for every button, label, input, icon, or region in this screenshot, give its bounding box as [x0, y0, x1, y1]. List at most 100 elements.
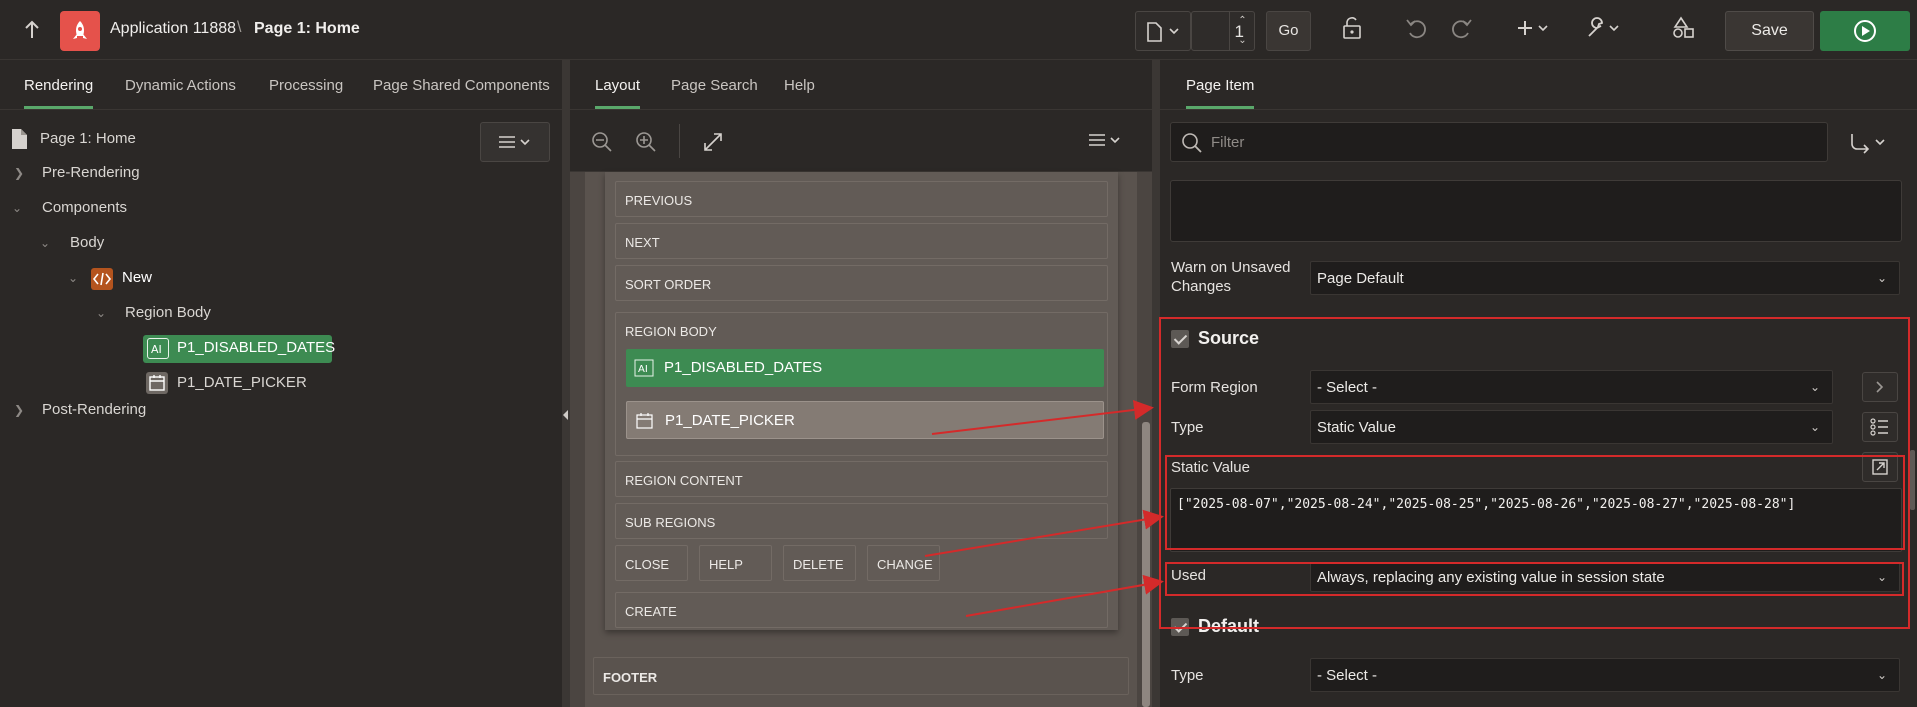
used-value: Always, replacing any existing value in … [1317, 569, 1665, 586]
tab-page-item[interactable]: Page Item [1186, 77, 1255, 109]
chevron-up-icon[interactable]: ⌃ [1230, 11, 1255, 31]
form-region-select[interactable]: - Select - ⌄ [1310, 370, 1833, 404]
section-collapse-checkbox[interactable] [1171, 618, 1189, 636]
chevron-down-icon: ⌄ [1876, 668, 1887, 682]
tab-rendering[interactable]: Rendering [24, 77, 94, 109]
tree-node-pre-rendering[interactable]: Pre-Rendering [42, 164, 140, 181]
slot-sort-order[interactable]: SORT ORDER [615, 265, 1108, 301]
collapse-left-icon[interactable] [563, 410, 568, 420]
create-menu-icon[interactable] [1514, 14, 1556, 48]
tab-dynamic-actions[interactable]: Dynamic Actions [125, 77, 236, 94]
open-editor-button[interactable] [1862, 452, 1898, 482]
warn-unsaved-label: Warn on Unsaved Changes [1171, 259, 1291, 295]
tree-node-p1-date-picker[interactable]: P1_DATE_PICKER [177, 374, 307, 391]
expand-icon[interactable] [701, 130, 725, 154]
chevron-down-icon[interactable]: ⌄ [40, 236, 50, 250]
slot-help[interactable]: HELP [699, 545, 772, 581]
tab-help[interactable]: Help [784, 77, 815, 94]
slot-delete[interactable]: DELETE [783, 545, 856, 581]
chevron-down-icon[interactable]: ⌄ [1230, 31, 1255, 51]
chevron-down-icon[interactable]: ⌄ [68, 271, 78, 285]
static-value-label: Static Value [1171, 459, 1250, 476]
warn-unsaved-value: Page Default [1317, 270, 1404, 287]
app-name-link[interactable]: Application 11888 [110, 20, 236, 38]
static-content-region-icon [91, 268, 113, 290]
warn-unsaved-select[interactable]: Page Default ⌄ [1310, 261, 1900, 295]
slot-region-body[interactable]: REGION BODY AI P1_DISABLED_DATES P1_DATE… [615, 312, 1108, 456]
layout-menu-icon[interactable] [1087, 132, 1127, 150]
go-button[interactable]: Go [1266, 11, 1311, 51]
section-default-heading[interactable]: Default [1198, 616, 1259, 637]
zoom-out-icon[interactable] [590, 130, 614, 154]
page-number-stepper[interactable]: ⌃ ⌄ [1229, 11, 1255, 51]
default-type-select[interactable]: - Select - ⌄ [1310, 658, 1900, 692]
middle-tabs: Layout Page Search Help [570, 60, 1152, 110]
type-select[interactable]: Static Value ⌄ [1310, 410, 1833, 444]
go-to-group-button[interactable] [1838, 122, 1908, 162]
tree-menu-button[interactable] [480, 122, 550, 162]
svg-text:AI: AI [638, 364, 648, 375]
shared-components-icon[interactable] [1667, 14, 1701, 48]
layout-panel: Layout Page Search Help PREVIOUS NEXT SO… [570, 60, 1152, 707]
tree-node-components[interactable]: Components [42, 199, 127, 216]
layout-item-label: P1_DATE_PICKER [665, 412, 795, 429]
tab-processing[interactable]: Processing [269, 77, 343, 94]
canvas-scrollbar[interactable] [1142, 422, 1150, 707]
layout-item-p1-date-picker[interactable]: P1_DATE_PICKER [626, 401, 1104, 439]
section-source-heading[interactable]: Source [1198, 328, 1259, 349]
layout-item-p1-disabled-dates[interactable]: AI P1_DISABLED_DATES [626, 349, 1104, 387]
run-page-button[interactable] [1820, 11, 1910, 51]
search-icon [1182, 133, 1202, 153]
zoom-in-icon[interactable] [634, 130, 658, 154]
breadcrumb-separator: \ [237, 19, 242, 36]
filter-input[interactable] [1211, 131, 1811, 153]
page-selector-button[interactable] [1135, 11, 1191, 51]
redo-icon[interactable] [1444, 14, 1478, 48]
tree-node-region-body[interactable]: Region Body [125, 304, 211, 321]
list-options-button[interactable] [1862, 412, 1898, 442]
previous-textarea[interactable] [1170, 180, 1902, 242]
tree-node-new-region[interactable]: New [122, 269, 152, 286]
tree-node-p1-disabled-dates[interactable]: P1_DISABLED_DATES [177, 339, 335, 356]
app-logo-icon[interactable] [60, 11, 100, 51]
slot-create[interactable]: CREATE [615, 592, 1108, 628]
tab-layout[interactable]: Layout [595, 77, 641, 109]
layout-canvas[interactable]: PREVIOUS NEXT SORT ORDER REGION BODY AI … [570, 172, 1152, 707]
tree-node-body[interactable]: Body [70, 234, 104, 251]
utilities-wrench-icon[interactable] [1584, 14, 1626, 48]
slot-next[interactable]: NEXT [615, 223, 1108, 259]
slot-region-content[interactable]: REGION CONTENT [615, 461, 1108, 497]
layout-item-label: P1_DISABLED_DATES [664, 359, 823, 376]
chevron-down-icon[interactable]: ⌄ [96, 306, 106, 320]
region-body-label: REGION BODY [625, 324, 717, 339]
slot-change[interactable]: CHANGE [867, 545, 940, 581]
slot-close[interactable]: CLOSE [615, 545, 688, 581]
up-arrow-icon[interactable] [18, 16, 46, 44]
chevron-down-icon: ⌄ [1809, 420, 1820, 434]
chevron-right-icon[interactable]: ❯ [14, 166, 24, 180]
chevron-down-icon: ⌄ [1809, 380, 1820, 394]
lock-page-icon[interactable] [1335, 14, 1369, 48]
tab-page-search[interactable]: Page Search [671, 77, 758, 94]
tree-node-post-rendering[interactable]: Post-Rendering [42, 401, 146, 418]
used-select[interactable]: Always, replacing any existing value in … [1310, 562, 1900, 592]
slot-previous[interactable]: PREVIOUS [615, 181, 1108, 217]
tree-root-page[interactable]: Page 1: Home [40, 130, 136, 147]
left-splitter[interactable] [562, 60, 570, 707]
go-to-region-button[interactable] [1862, 372, 1898, 402]
property-scrollbar[interactable] [1910, 450, 1915, 510]
save-button[interactable]: Save [1725, 11, 1814, 51]
tab-page-shared-components[interactable]: Page Shared Components [373, 77, 550, 94]
region-card-new[interactable]: PREVIOUS NEXT SORT ORDER REGION BODY AI … [605, 172, 1118, 630]
chevron-down-icon[interactable]: ⌄ [12, 201, 22, 215]
undo-icon[interactable] [1400, 14, 1434, 48]
chevron-right-icon[interactable]: ❯ [14, 403, 24, 417]
slot-sub-regions[interactable]: SUB REGIONS [615, 503, 1108, 539]
static-value-textarea[interactable]: ["2025-08-07","2025-08-24","2025-08-25",… [1170, 488, 1902, 552]
right-splitter[interactable] [1152, 60, 1160, 707]
property-editor-panel: Page Item Warn on Unsaved Changes Page D… [1160, 60, 1917, 707]
section-collapse-checkbox[interactable] [1171, 330, 1189, 348]
svg-text:AI: AI [151, 343, 162, 356]
slot-footer[interactable]: FOOTER [593, 657, 1129, 695]
button-slots-row: CLOSE HELP DELETE CHANGE [615, 545, 1108, 583]
